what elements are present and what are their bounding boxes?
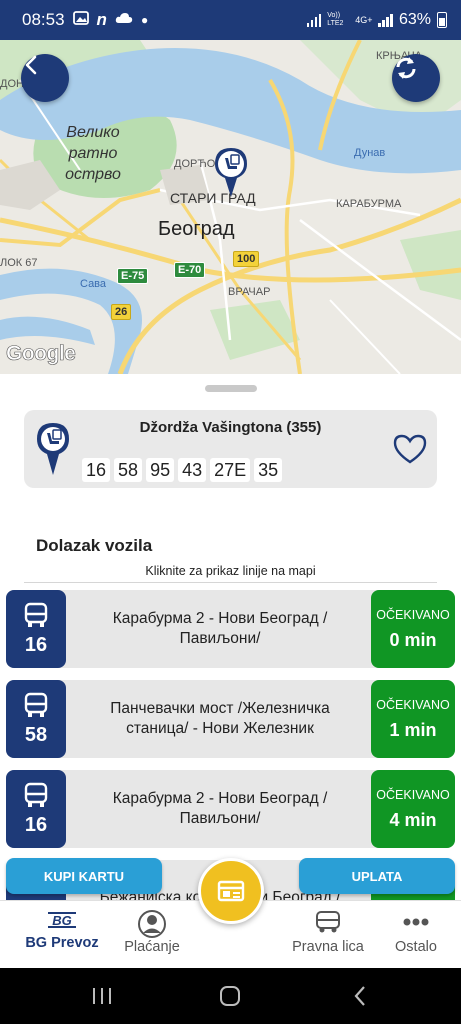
line-chip[interactable]: 43 <box>178 458 207 482</box>
arrival-line-number: 58 <box>24 723 48 746</box>
battery-percent: 63% <box>398 11 431 28</box>
line-chip[interactable]: 27E <box>210 458 251 482</box>
app-notification-icon: n <box>96 10 107 29</box>
eta-status: OČEKIVANO <box>376 607 450 622</box>
home-icon[interactable] <box>216 984 244 1008</box>
map-label-vracar: ВРАЧАР <box>228 286 271 298</box>
nav-item-bg-prevoz[interactable]: BG BG Prevoz <box>14 901 110 969</box>
arrival-row[interactable]: 16 Карабурма 2 - Нови Београд / Павиљони… <box>6 770 455 848</box>
arrival-line-badge: 16 <box>6 590 66 668</box>
nav-item-placanje[interactable]: Plaćanje <box>110 901 194 969</box>
arrival-line-number: 16 <box>24 813 48 836</box>
refresh-button[interactable] <box>392 54 440 102</box>
eta-time: 1 min <box>389 719 437 740</box>
cloud-icon <box>115 11 133 29</box>
nav-item-ostalo[interactable]: Ostalo <box>382 901 450 969</box>
divider <box>24 582 437 583</box>
svg-text:BG: BG <box>52 913 72 928</box>
nav-label: Plaćanje <box>124 939 180 955</box>
signal-2-icon <box>378 13 393 27</box>
bus-icon <box>24 692 48 717</box>
line-chip[interactable]: 95 <box>146 458 175 482</box>
map-label-dunav: Дунав <box>354 147 386 159</box>
system-navigation-bar <box>0 968 461 1024</box>
buy-ticket-button[interactable]: KUPI KARTU <box>6 858 162 894</box>
refresh-icon <box>396 57 416 79</box>
google-attribution: Google <box>6 342 76 366</box>
map-label-blok: ЛОК 67 <box>0 257 38 269</box>
road-badge-100: 100 <box>233 251 260 267</box>
nav-label: Pravna lica <box>292 939 364 955</box>
stop-name: Džordža Vašingtona (355) <box>139 419 322 436</box>
arrival-line-badge: 58 <box>6 680 66 758</box>
map-label-sava: Сава <box>80 278 107 290</box>
arrival-destination: Карабурма 2 - Нови Београд / Павиљони/ <box>112 790 328 827</box>
arrival-eta: OČEKIVANO 1 min <box>371 680 455 758</box>
line-chip[interactable]: 16 <box>82 458 111 482</box>
map-label-beograd: Београд <box>158 218 235 240</box>
stop-card: Džordža Vašingtona (355) 16 58 95 43 27E… <box>24 410 437 488</box>
person-icon <box>138 910 166 938</box>
ticket-icon <box>217 880 245 902</box>
nav-label: Ostalo <box>395 939 437 955</box>
stop-lines: 16 58 95 43 27E 35 <box>82 458 283 482</box>
stop-details-sheet: Džordža Vašingtona (355) 16 58 95 43 27E… <box>0 374 461 900</box>
network-type: 4G+ <box>355 15 373 25</box>
line-chip[interactable]: 35 <box>254 458 283 482</box>
recent-apps-icon[interactable] <box>88 984 116 1008</box>
payment-button[interactable]: UPLATA <box>299 858 455 894</box>
line-chip[interactable]: 58 <box>114 458 143 482</box>
map-label-dorcol: ДОРЋО <box>174 158 216 170</box>
eta-time: 0 min <box>389 629 437 650</box>
bg-prevoz-logo-icon: BG <box>48 912 76 928</box>
arrival-line-number: 16 <box>24 633 48 656</box>
arrivals-hint: Kliknite za prikaz linije na mapi <box>145 564 316 578</box>
favorite-heart-icon[interactable] <box>391 430 429 468</box>
map-view[interactable]: ДОН Велико ратно острво ДОРЋО СТАРИ ГРАД… <box>0 40 461 374</box>
arrow-left-icon <box>25 55 37 75</box>
gallery-icon <box>72 10 89 30</box>
back-button[interactable] <box>21 54 69 102</box>
arrival-destination: Панчевачки мост /Железничка станица/ - Н… <box>110 700 330 737</box>
arrival-row[interactable]: 58 Панчевачки мост /Железничка станица/ … <box>6 680 455 758</box>
bus-icon <box>316 911 340 933</box>
sheet-drag-handle[interactable] <box>205 385 257 392</box>
road-badge-e70: E-70 <box>174 262 206 278</box>
arrival-line-badge: 16 <box>6 770 66 848</box>
stop-pin-icon <box>36 422 70 481</box>
arrival-eta: OČEKIVANO 0 min <box>371 590 455 668</box>
road-badge-26: 26 <box>111 304 132 320</box>
map-label-island: Велико ратно острво <box>65 124 121 183</box>
eta-time: 4 min <box>389 809 437 830</box>
battery-icon <box>437 12 447 28</box>
back-nav-icon[interactable] <box>346 984 374 1008</box>
bus-icon <box>24 602 48 627</box>
nav-label: BG Prevoz <box>25 935 99 951</box>
eta-status: OČEKIVANO <box>376 697 450 712</box>
signal-1-icon <box>306 13 322 27</box>
map-label-karaburma: КАРАБУРМА <box>336 198 402 210</box>
arrivals-title: Dolazak vozila <box>36 536 153 555</box>
app-screen: 08:53 n ● Vo)) LTE2 4G+ 63% ДОН Велико р… <box>0 0 461 1024</box>
road-badge-e75: E-75 <box>117 268 149 284</box>
eta-status: OČEKIVANO <box>376 787 450 802</box>
nav-item-pravna-lica[interactable]: Pravna lica <box>284 901 372 969</box>
ticket-fab-button[interactable] <box>198 858 264 924</box>
more-dots-icon <box>403 918 429 926</box>
status-time: 08:53 <box>22 10 65 29</box>
arrival-destination: Карабурма 2 - Нови Београд / Павиљони/ <box>112 610 328 647</box>
dot-icon: ● <box>140 13 149 27</box>
bus-icon <box>24 782 48 807</box>
arrival-row[interactable]: 16 Карабурма 2 - Нови Београд / Павиљони… <box>6 590 455 668</box>
status-bar: 08:53 n ● Vo)) LTE2 4G+ 63% <box>0 0 461 40</box>
volte-label: Vo)) LTE2 <box>327 12 344 27</box>
arrival-eta: OČEKIVANO 4 min <box>371 770 455 848</box>
